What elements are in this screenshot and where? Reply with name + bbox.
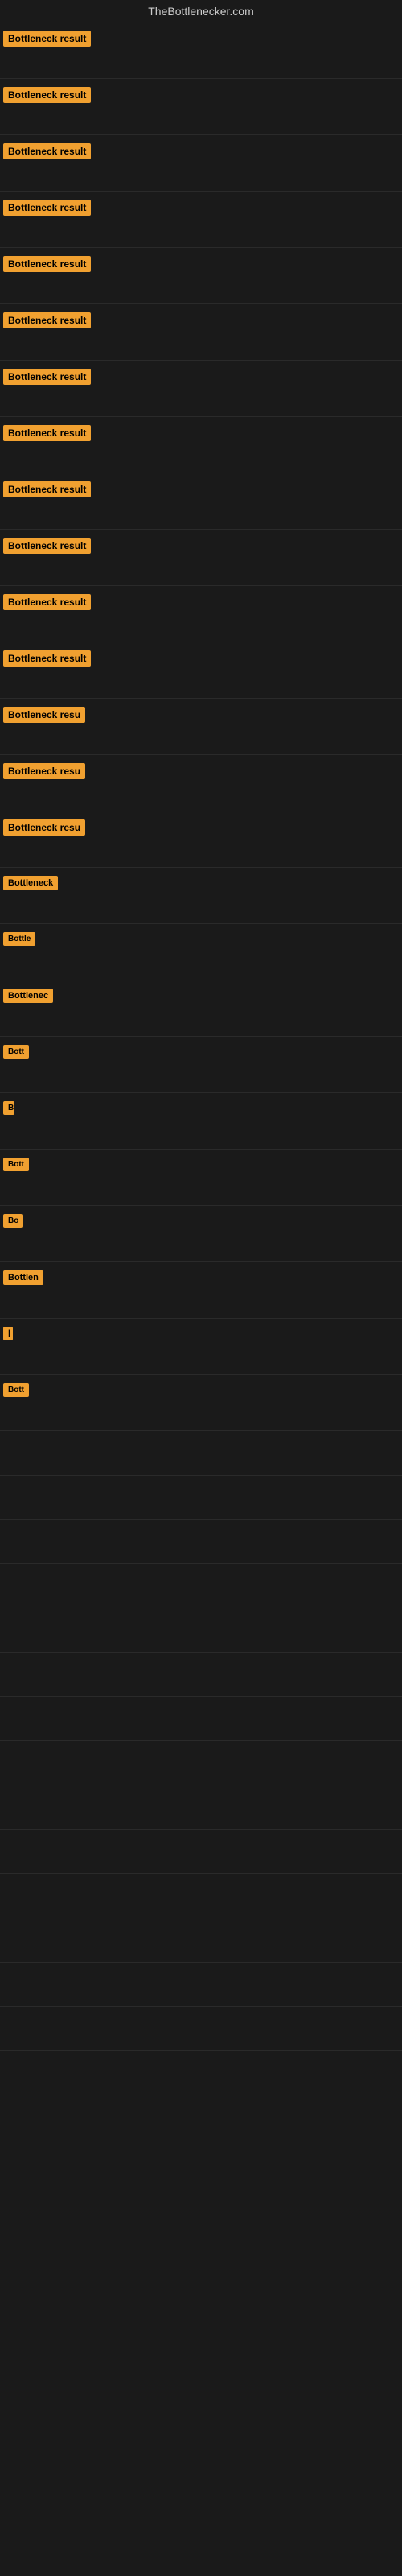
bottleneck-badge[interactable]: B <box>3 1101 14 1115</box>
list-item: Bott <box>0 1037 402 1093</box>
bottleneck-badge[interactable]: Bottleneck result <box>3 481 91 497</box>
list-item: Bottleneck result <box>0 361 402 417</box>
list-item: Bottleneck result <box>0 23 402 79</box>
bottleneck-badge[interactable]: Bottleneck resu <box>3 763 85 779</box>
list-item: Bottle <box>0 924 402 980</box>
list-item: Bottleneck resu <box>0 755 402 811</box>
list-item: Bottleneck resu <box>0 811 402 868</box>
list-item: Bott <box>0 1150 402 1206</box>
bottleneck-badge[interactable]: Bottleneck result <box>3 594 91 610</box>
bottleneck-badge[interactable]: Bottlen <box>3 1270 43 1285</box>
empty-row <box>0 1830 402 1874</box>
list-item: Bottleneck result <box>0 192 402 248</box>
bottleneck-badge[interactable]: Bottleneck result <box>3 425 91 441</box>
bottleneck-badge[interactable]: Bo <box>3 1214 23 1228</box>
list-item: Bottleneck result <box>0 79 402 135</box>
bottleneck-badge[interactable]: Bottleneck resu <box>3 707 85 723</box>
site-title: TheBottlenecker.com <box>0 0 402 23</box>
bottleneck-badge[interactable]: Bottleneck resu <box>3 819 85 836</box>
bottleneck-badge[interactable]: Bottleneck result <box>3 143 91 159</box>
bottleneck-badge[interactable]: Bottlenec <box>3 989 53 1003</box>
empty-row <box>0 1608 402 1653</box>
list-item: Bo <box>0 1206 402 1262</box>
list-item: Bott <box>0 1375 402 1431</box>
empty-row <box>0 1874 402 1918</box>
bottleneck-badge[interactable]: Bottleneck result <box>3 650 91 667</box>
list-item: B <box>0 1093 402 1150</box>
bottleneck-badge[interactable]: Bott <box>3 1158 29 1171</box>
list-item: Bottlenec <box>0 980 402 1037</box>
list-item: Bottleneck <box>0 868 402 924</box>
bottleneck-badge[interactable]: | <box>3 1327 13 1340</box>
empty-row <box>0 1564 402 1608</box>
empty-row <box>0 1785 402 1830</box>
list-item: Bottleneck result <box>0 248 402 304</box>
list-item: Bottleneck result <box>0 135 402 192</box>
empty-row <box>0 1963 402 2007</box>
empty-row <box>0 2051 402 2095</box>
empty-row <box>0 1476 402 1520</box>
list-item: Bottleneck result <box>0 586 402 642</box>
list-item: Bottleneck result <box>0 417 402 473</box>
empty-row <box>0 1918 402 1963</box>
list-item: Bottleneck result <box>0 530 402 586</box>
list-item: Bottleneck result <box>0 473 402 530</box>
bottleneck-badge[interactable]: Bott <box>3 1045 29 1059</box>
bottleneck-badge[interactable]: Bottleneck result <box>3 369 91 385</box>
bottleneck-badge[interactable]: Bottleneck result <box>3 87 91 103</box>
empty-row <box>0 2007 402 2051</box>
page-container: TheBottlenecker.com Bottleneck result Bot… <box>0 0 402 2576</box>
bottleneck-badge[interactable]: Bottle <box>3 932 35 946</box>
bottleneck-badge[interactable]: Bottleneck result <box>3 200 91 216</box>
empty-row <box>0 1431 402 1476</box>
bottleneck-badge[interactable]: Bottleneck result <box>3 256 91 272</box>
bottleneck-badge[interactable]: Bott <box>3 1383 29 1397</box>
empty-row <box>0 1653 402 1697</box>
list-item: | <box>0 1319 402 1375</box>
list-item: Bottleneck result <box>0 642 402 699</box>
bottleneck-badge[interactable]: Bottleneck result <box>3 312 91 328</box>
empty-row <box>0 1520 402 1564</box>
empty-row <box>0 1741 402 1785</box>
bottleneck-badge[interactable]: Bottleneck <box>3 876 58 890</box>
bottleneck-badge[interactable]: Bottleneck result <box>3 538 91 554</box>
list-item: Bottleneck resu <box>0 699 402 755</box>
bottleneck-badge[interactable]: Bottleneck result <box>3 31 91 47</box>
list-item: Bottlen <box>0 1262 402 1319</box>
list-item: Bottleneck result <box>0 304 402 361</box>
empty-row <box>0 1697 402 1741</box>
